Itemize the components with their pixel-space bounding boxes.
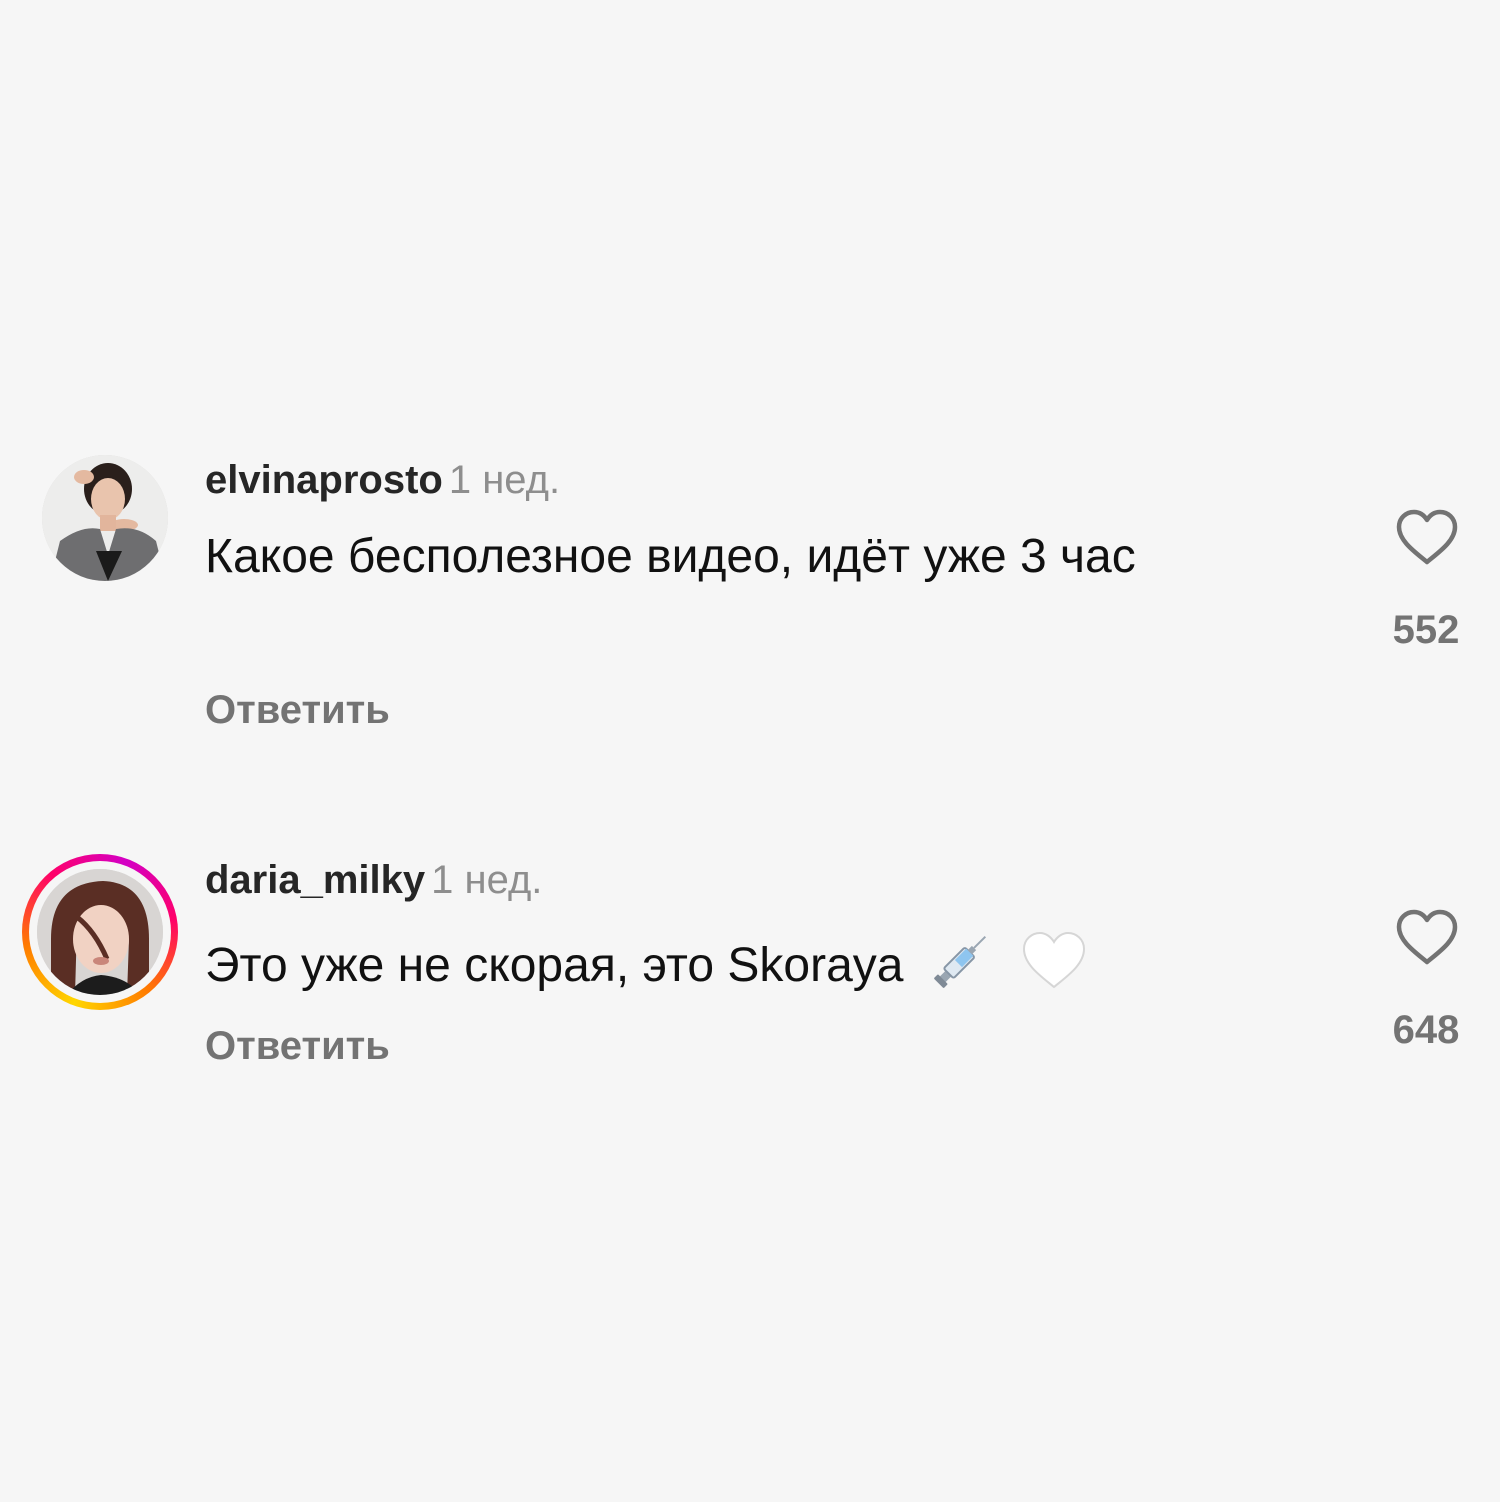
like-count: 648 — [1392, 1008, 1460, 1052]
comment-text: Это уже не скорая, это Skoraya — [205, 925, 1285, 1012]
like-count: 552 — [1392, 608, 1460, 652]
timestamp: 1 нед. — [431, 858, 543, 902]
avatar[interactable] — [42, 455, 168, 581]
comment-header: daria_milky 1 нед. — [205, 856, 542, 904]
comment-text: Какое бесполезное видео, идёт уже 3 час — [205, 530, 1136, 583]
avatar[interactable] — [37, 869, 163, 995]
username[interactable]: daria_milky — [205, 858, 425, 902]
username[interactable]: elvinaprosto — [205, 458, 443, 502]
timestamp: 1 нед. — [448, 458, 561, 502]
heart-outline-icon[interactable] — [1395, 908, 1459, 966]
comment-text-body: Это уже не скорая, это Skoraya — [205, 939, 904, 993]
reply-button[interactable]: Ответить — [205, 686, 390, 734]
white-heart-emoji — [1020, 929, 1088, 1008]
heart-outline-icon[interactable] — [1395, 508, 1459, 566]
syringe-emoji — [927, 925, 997, 1012]
reply-button[interactable]: Ответить — [205, 1022, 390, 1070]
comment-header: elvinaprosto 1 нед. — [205, 456, 560, 504]
